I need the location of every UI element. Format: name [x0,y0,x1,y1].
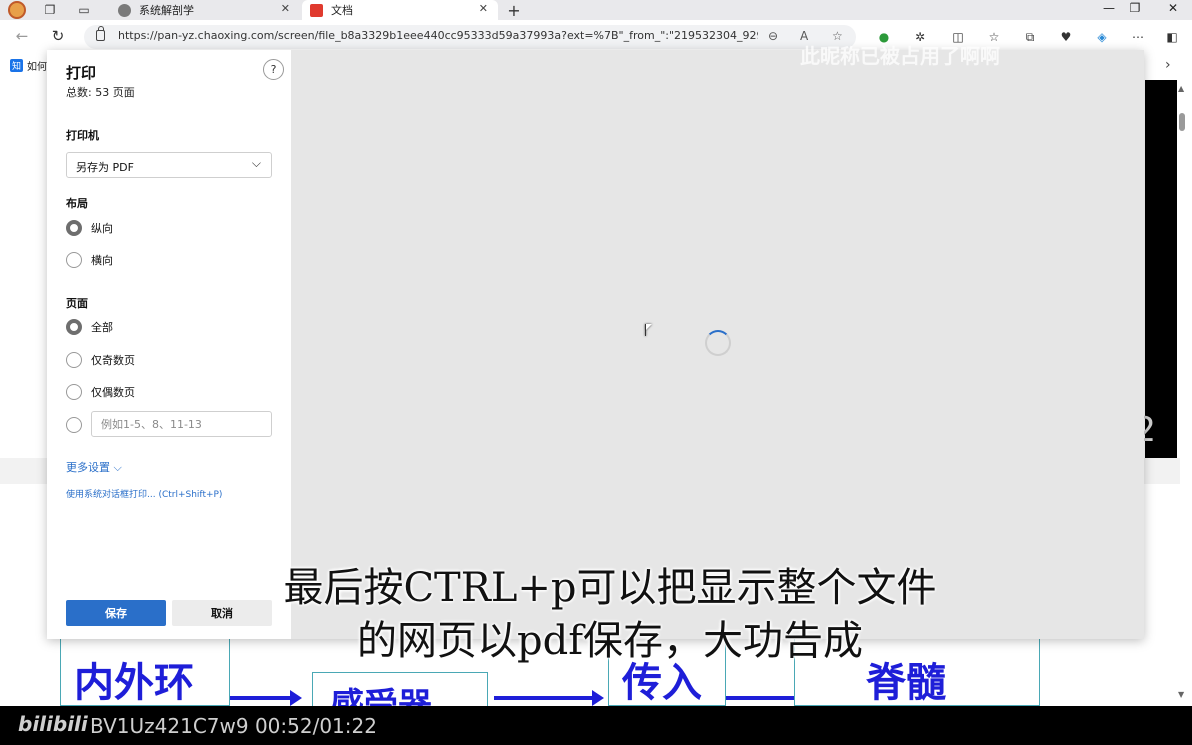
chevron-right-icon[interactable]: › [1165,57,1171,73]
option-label: 横向 [91,254,113,267]
performance-icon[interactable]: ♥ [1058,29,1074,45]
layout-portrait[interactable]: 纵向 [66,219,113,237]
subtitle-line-2: 的网页以pdf保存，大功告成 [356,618,863,664]
option-label: 仅奇数页 [91,354,135,367]
pages-custom[interactable] [66,416,91,434]
chevron-down-icon: ⌵ [251,156,261,170]
close-icon[interactable]: ✕ [479,2,488,15]
print-preview [291,50,1144,639]
printer-value: 另存为 PDF [76,161,134,174]
printer-select[interactable]: 另存为 PDF ⌵ [66,152,272,178]
system-dialog-link[interactable]: 使用系统对话框打印... (Ctrl+Shift+P) [66,487,222,500]
zoom-icon[interactable]: ⊖ [768,29,778,43]
back-arrow-icon[interactable]: ← [12,27,32,45]
video-id-time: BV1Uz421C7w9 00:52/01:22 [90,714,377,738]
uploader-watermark: 此昵称已被占用了啊啊 [800,44,1000,68]
radio-unselected[interactable] [66,417,82,433]
radio-unselected[interactable] [66,252,82,268]
address-toolbar: ← ↻ https://pan-yz.chaoxing.com/screen/f… [0,20,1192,54]
radio-unselected[interactable] [66,352,82,368]
globe-icon [118,3,131,17]
screen: ❐ ▭ 系统解剖学 ✕ 文档 ✕ + — ❐ ✕ ← ↻ https://pan… [0,0,1192,745]
subtitle-line-1: 最后按CTRL+p可以把显示整个文件 [283,565,937,611]
close-icon[interactable]: ✕ [281,2,290,15]
dark-panel [1145,80,1177,458]
print-dialog: 打印 总数: 53 页面 ? 打印机 另存为 PDF ⌵ 布局 纵向 横向 页面… [47,50,1144,639]
option-label: 纵向 [91,222,113,235]
close-window-icon[interactable]: ✕ [1158,1,1188,15]
mouse-cursor-icon [645,324,652,336]
arrow-icon [230,690,302,706]
collections-icon[interactable]: ❐ [42,2,58,18]
scroll-up-icon[interactable]: ▲ [1178,84,1184,93]
more-menu-icon[interactable]: ⋯ [1130,29,1146,45]
radio-selected[interactable] [66,319,82,335]
collections-icon[interactable]: ⧉ [1022,29,1038,45]
page-range-input[interactable] [91,411,272,437]
bookmark-item[interactable]: 知 如何 [10,58,47,73]
tab-strip: ❐ ▭ 系统解剖学 ✕ 文档 ✕ + — ❐ ✕ [0,0,1192,20]
new-tab-button[interactable]: + [506,1,522,20]
refresh-icon[interactable]: ↻ [48,27,68,45]
bilibili-logo: bilibili [18,712,88,736]
sidebar-icon[interactable]: ◧ [1164,29,1180,45]
address-bar[interactable]: https://pan-yz.chaoxing.com/screen/file_… [84,25,856,49]
pages-even[interactable]: 仅偶数页 [66,383,135,401]
bookmark-label: 如何 [27,62,47,73]
tab-document[interactable]: 文档 ✕ [302,0,498,20]
tab-title: 系统解剖学 [139,4,194,17]
tab-actions-icon[interactable]: ▭ [76,2,92,18]
restore-icon[interactable]: ❐ [1120,1,1150,15]
tab-anatomy[interactable]: 系统解剖学 ✕ [110,0,300,20]
document-icon [310,3,323,17]
loading-spinner-icon [705,330,731,356]
lock-icon[interactable] [96,26,105,41]
tab-title: 文档 [331,4,353,17]
pages-odd[interactable]: 仅奇数页 [66,351,135,369]
help-icon[interactable]: ? [263,59,284,80]
url-text[interactable]: https://pan-yz.chaoxing.com/screen/file_… [118,29,758,42]
radio-selected[interactable] [66,220,82,236]
printer-label: 打印机 [66,129,99,142]
profile-avatar[interactable] [8,1,26,19]
arrow-icon [494,690,604,706]
layout-label: 布局 [66,197,88,210]
dialog-title: 打印 [66,64,97,82]
option-label: 仅偶数页 [91,386,135,399]
radio-unselected[interactable] [66,384,82,400]
layout-landscape[interactable]: 横向 [66,251,113,269]
video-info-bar: bilibili BV1Uz421C7w9 00:52/01:22 [0,706,1192,745]
copilot-icon[interactable]: ◈ [1094,29,1110,45]
pages-label: 页面 [66,297,88,310]
zhihu-icon: 知 [10,59,23,72]
option-label: 全部 [91,321,113,334]
total-pages: 总数: 53 页面 [66,86,135,99]
more-settings-link[interactable]: 更多设置 ⌵ [66,459,122,475]
scrollbar-thumb[interactable] [1179,113,1185,131]
pages-all[interactable]: 全部 [66,318,113,336]
